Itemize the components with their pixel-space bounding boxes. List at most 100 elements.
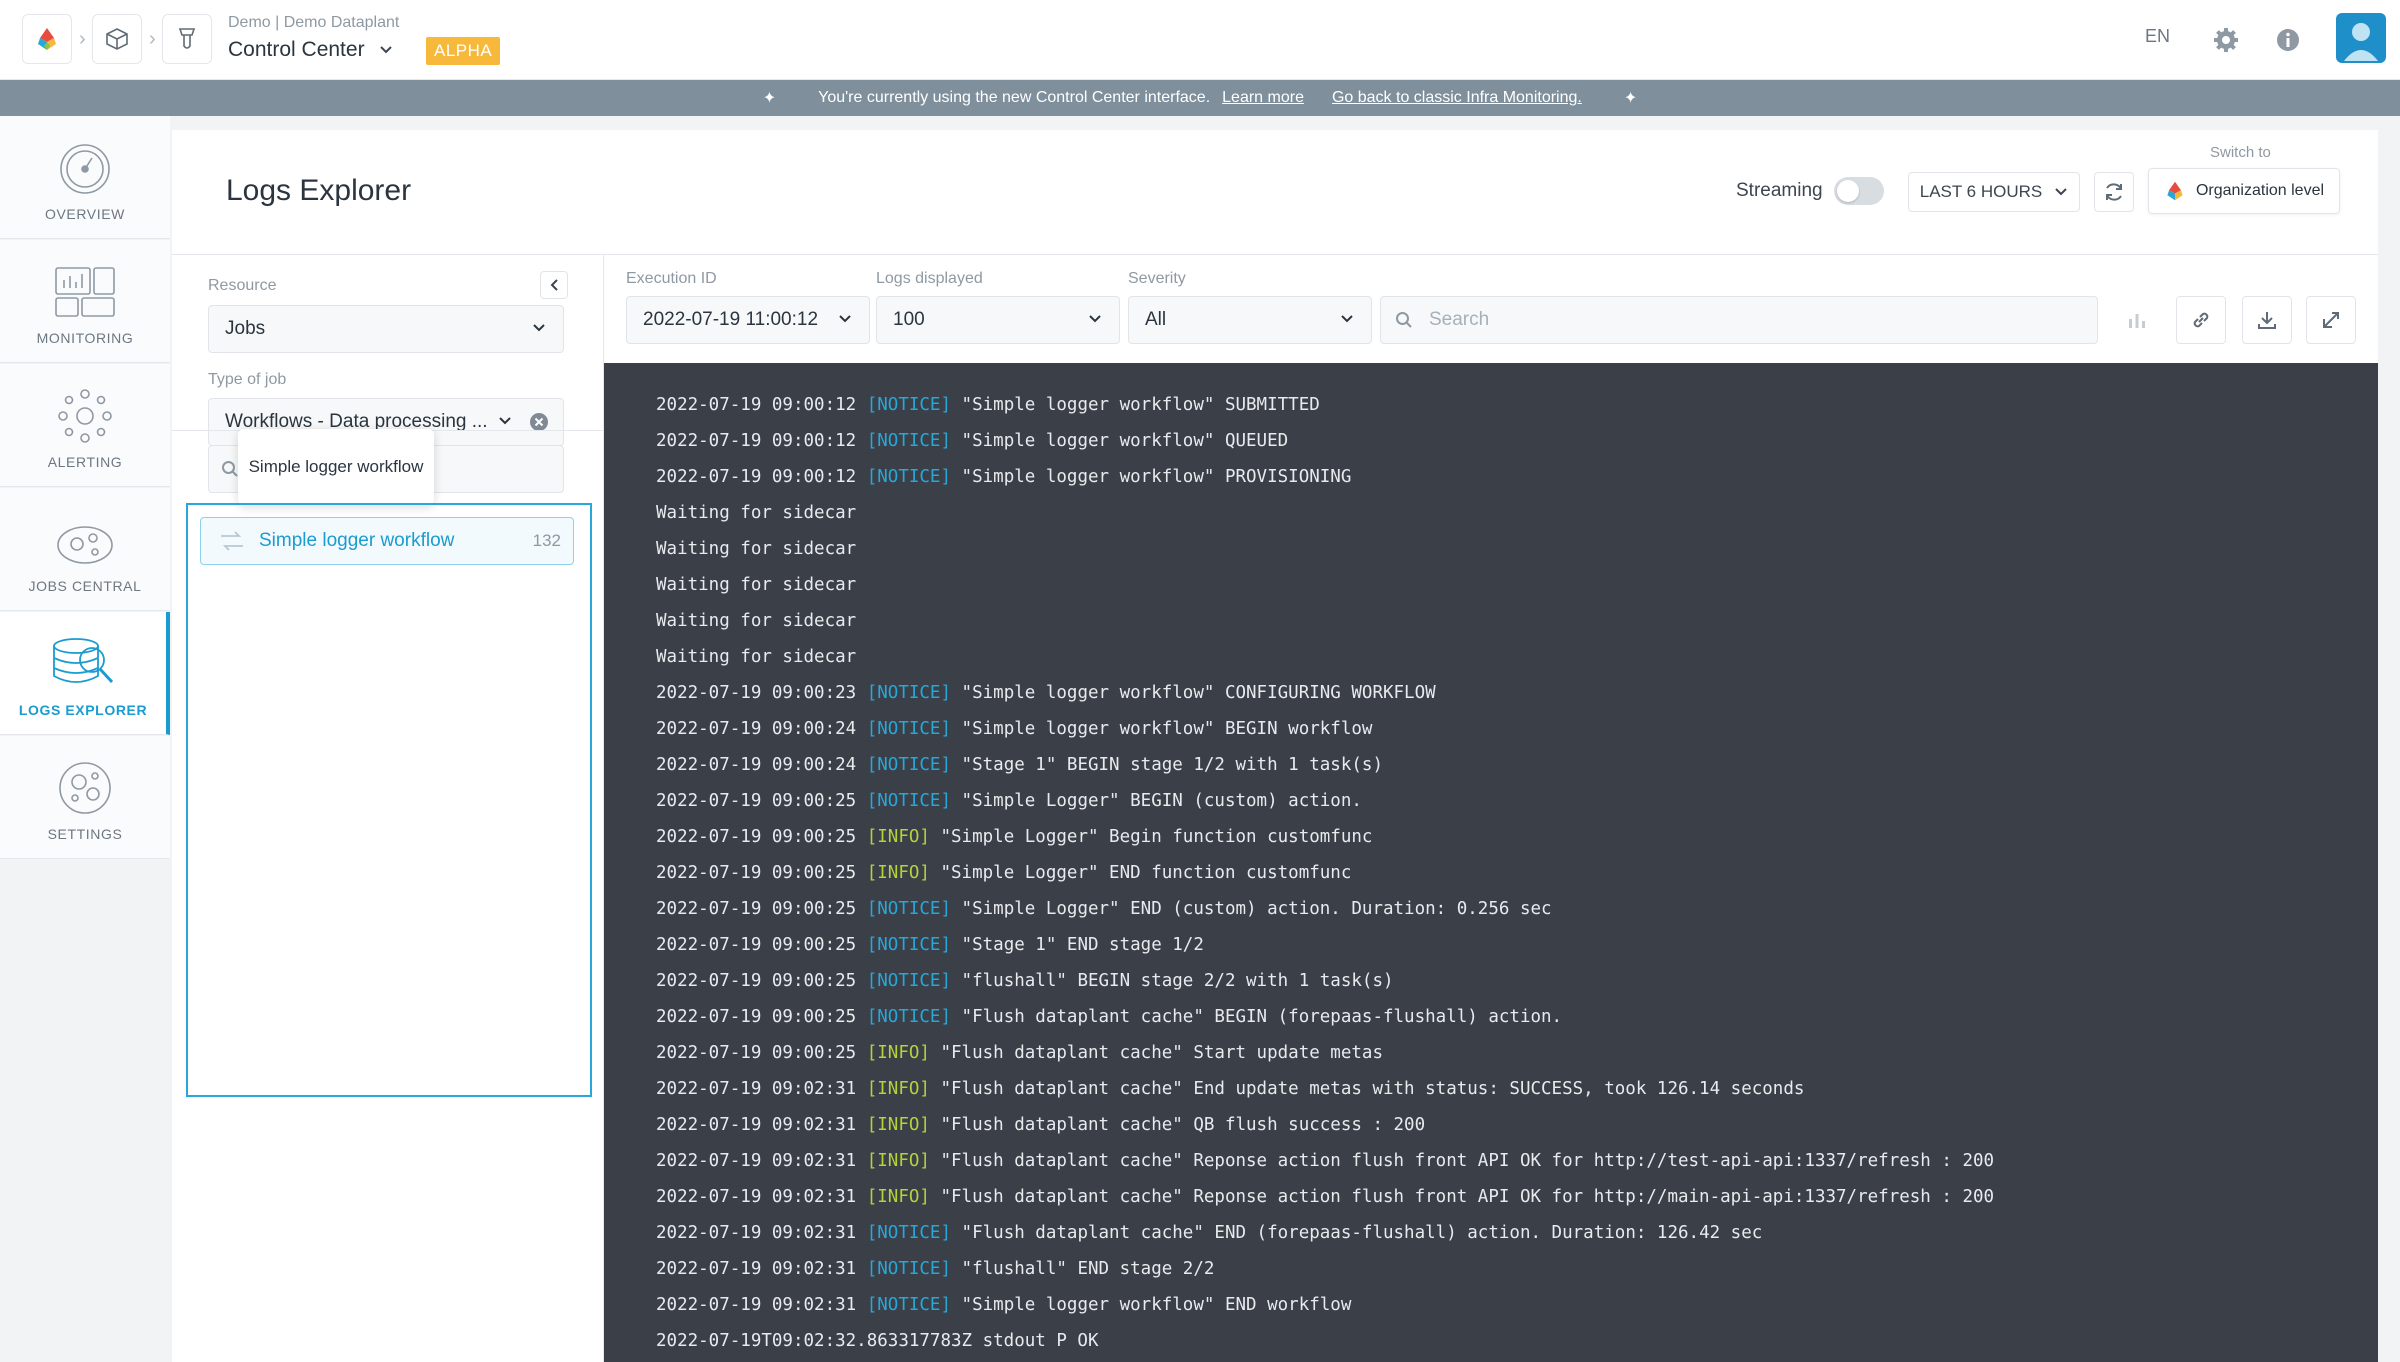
log-prefix: 2022-07-19 09:02:31	[656, 1259, 867, 1279]
logs-search-icon	[53, 638, 114, 684]
collapse-panel-button[interactable]	[540, 271, 568, 299]
nav-item-overview[interactable]: OVERVIEW	[0, 116, 170, 239]
log-message: "Simple Logger" END function customfunc	[929, 863, 1352, 883]
settings-button[interactable]	[2206, 20, 2246, 60]
time-range-value: LAST 6 HOURS	[1919, 182, 2043, 201]
learn-more-link[interactable]: Learn more	[1222, 89, 1304, 107]
log-line: 2022-07-19 09:00:24 [NOTICE] "Stage 1" B…	[656, 747, 2378, 783]
log-message: "Flush dataplant cache" Reponse action f…	[929, 1151, 1995, 1171]
switch-to-label: Switch to	[2210, 144, 2271, 161]
logs-displayed-value: 100	[893, 309, 925, 330]
histogram-button[interactable]	[2112, 296, 2162, 344]
log-message: "Flush dataplant cache" BEGIN (forepaas-…	[951, 1007, 1563, 1027]
log-prefix: 2022-07-19 09:02:31	[656, 1079, 867, 1099]
chevron-down-icon	[839, 315, 851, 323]
log-line: 2022-07-19 09:00:12 [NOTICE] "Simple log…	[656, 459, 2378, 495]
language-selector[interactable]: EN	[2145, 26, 2170, 47]
log-prefix: 2022-07-19 09:00:25	[656, 935, 867, 955]
log-level: [NOTICE]	[866, 935, 952, 955]
log-line: Waiting for sidecar	[656, 567, 2378, 603]
log-message: "flushall" BEGIN stage 2/2 with 1 task(s…	[951, 971, 1394, 991]
organization-level-button[interactable]: Organization level	[2148, 168, 2340, 214]
log-prefix: 2022-07-19 09:02:31	[656, 1151, 867, 1171]
refresh-icon	[2106, 183, 2122, 201]
log-line: 2022-07-19 09:02:31 [INFO] "Flush datapl…	[656, 1107, 2378, 1143]
log-level: [NOTICE]	[866, 1007, 952, 1027]
chevron-down-icon	[379, 46, 392, 54]
log-level: [INFO]	[866, 1187, 930, 1207]
chevron-down-icon	[533, 324, 545, 332]
log-search-input[interactable]: Search	[1380, 296, 2098, 344]
dataplant-breadcrumb-button[interactable]	[92, 14, 142, 64]
log-level: [INFO]	[866, 1079, 930, 1099]
app-breadcrumb-button[interactable]	[162, 14, 212, 64]
execution-id-select[interactable]: 2022-07-19 11:00:12	[626, 296, 870, 344]
flask-icon	[178, 28, 196, 49]
log-line: 2022-07-19 09:02:31 [INFO] "Flush datapl…	[656, 1143, 2378, 1179]
streaming-toggle[interactable]	[1834, 177, 1884, 205]
log-prefix: 2022-07-19T09:02:32.863317783Z stdout P …	[656, 1331, 1099, 1351]
app-switcher[interactable]: Control Center	[228, 38, 393, 62]
log-prefix: 2022-07-19 09:00:24	[656, 755, 867, 775]
app-name: Control Center	[228, 38, 365, 61]
logs-displayed-label: Logs displayed	[876, 270, 983, 287]
top-bar: › › Demo | Demo Dataplant Control Center…	[0, 0, 2400, 80]
left-nav: OVERVIEW MONITORING ALERTING JOBS CENTRA…	[0, 116, 170, 1362]
log-line: 2022-07-19 09:00:12 [NOTICE] "Simple log…	[656, 423, 2378, 459]
log-line: 2022-07-19T09:02:32.863317783Z stdout P …	[656, 1323, 2378, 1359]
alpha-badge: ALPHA	[426, 37, 501, 65]
nav-label: ALERTING	[47, 454, 123, 470]
log-line: 2022-07-19 09:00:12 [NOTICE] "Simple log…	[656, 387, 2378, 423]
nav-item-monitoring[interactable]: MONITORING	[0, 240, 170, 363]
search-placeholder: Search	[1429, 309, 1490, 330]
breadcrumb-separator: ›	[79, 28, 86, 50]
nav-item-settings[interactable]: SETTINGS	[0, 736, 170, 859]
log-line: 2022-07-19 09:00:25 [NOTICE] "Stage 1" E…	[656, 927, 2378, 963]
logs-displayed-select[interactable]: 100	[876, 296, 1120, 344]
log-line: 2022-07-19 09:00:25 [NOTICE] "Simple Log…	[656, 783, 2378, 819]
severity-select[interactable]: All	[1128, 296, 1372, 344]
nav-item-jobs-central[interactable]: JOBS CENTRAL	[0, 488, 170, 611]
log-level: [INFO]	[866, 863, 930, 883]
type-of-job-label: Type of job	[208, 371, 287, 388]
nav-item-logs-explorer[interactable]: LOGS EXPLORER	[0, 612, 170, 735]
log-message: "Flush dataplant cache" End update metas…	[929, 1079, 1805, 1099]
chevron-down-icon	[1341, 315, 1353, 323]
home-logo-button[interactable]	[22, 14, 72, 64]
log-prefix: 2022-07-19 09:00:25	[656, 899, 867, 919]
resource-select[interactable]: Jobs	[208, 305, 564, 353]
log-line: Waiting for sidecar	[656, 531, 2378, 567]
refresh-button[interactable]	[2094, 172, 2134, 212]
page-title: Logs Explorer	[226, 174, 412, 207]
log-prefix: Waiting for sidecar	[656, 647, 857, 667]
logo-icon	[2167, 181, 2183, 201]
link-icon	[2193, 312, 2209, 328]
log-line: 2022-07-19 09:00:25 [NOTICE] "Simple Log…	[656, 891, 2378, 927]
filter-column: Resource Jobs Type of job Workflows - Da…	[172, 255, 604, 1362]
severity-label: Severity	[1128, 270, 1186, 287]
copy-link-button[interactable]	[2176, 296, 2226, 344]
log-level: [NOTICE]	[866, 431, 952, 451]
log-line: 2022-07-19 09:00:25 [NOTICE] "Flush data…	[656, 999, 2378, 1035]
go-back-classic-link[interactable]: Go back to classic Infra Monitoring.	[1332, 89, 1582, 107]
info-button[interactable]	[2268, 20, 2308, 60]
time-range-select[interactable]: LAST 6 HOURS	[1908, 172, 2080, 212]
clear-icon[interactable]	[529, 412, 549, 432]
log-prefix: 2022-07-19 09:02:31	[656, 1223, 867, 1243]
execution-id-value: 2022-07-19 11:00:12	[643, 309, 819, 330]
list-item[interactable]: Simple logger workflow 132	[200, 517, 574, 565]
logo-icon	[38, 28, 56, 50]
user-icon	[2344, 23, 2378, 61]
log-level: [NOTICE]	[866, 683, 952, 703]
nav-item-alerting[interactable]: ALERTING	[0, 364, 170, 487]
streaming-label: Streaming	[1736, 180, 1823, 201]
log-line: Waiting for sidecar	[656, 603, 2378, 639]
expand-button[interactable]	[2306, 296, 2356, 344]
log-message: "Flush dataplant cache" Start update met…	[929, 1043, 1383, 1063]
log-prefix: 2022-07-19 09:00:25	[656, 1043, 867, 1063]
avatar[interactable]	[2336, 13, 2386, 63]
log-message: "Simple logger workflow" BEGIN workflow	[951, 719, 1373, 739]
download-button[interactable]	[2242, 296, 2292, 344]
log-line: 2022-07-19 09:00:25 [NOTICE] "flushall" …	[656, 963, 2378, 999]
log-message: "Flush dataplant cache" QB flush success…	[929, 1115, 1426, 1135]
